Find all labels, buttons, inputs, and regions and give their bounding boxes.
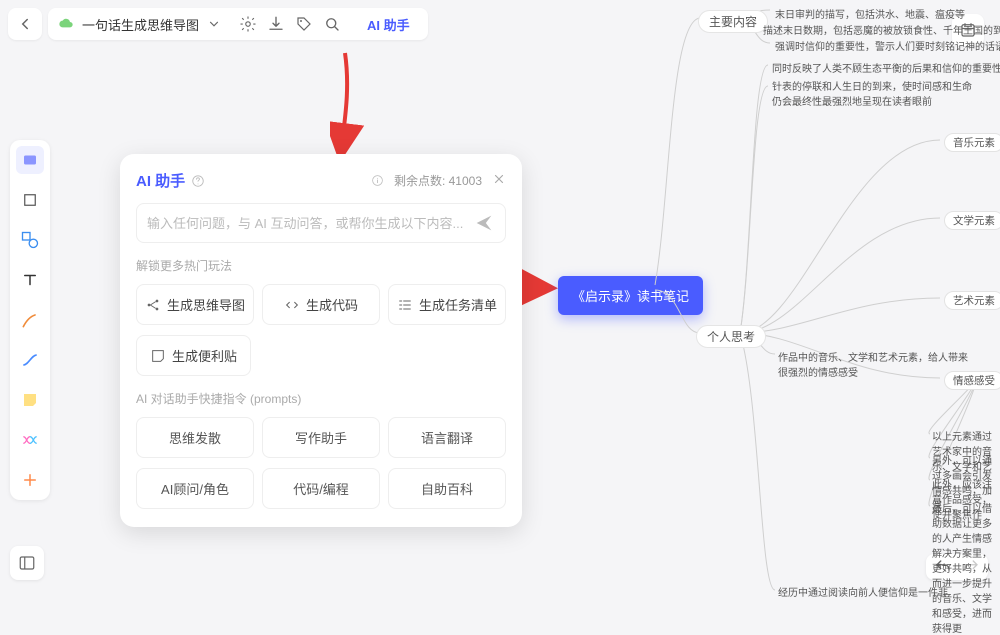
mindmap-branch-main-content[interactable]: 主要内容 bbox=[698, 10, 768, 33]
search-icon[interactable] bbox=[323, 15, 341, 33]
mindmap-node[interactable]: 强调时信仰的重要性，警示人们要时刻铭记神的话语 bbox=[775, 38, 1000, 53]
chip-label: 生成思维导图 bbox=[167, 295, 245, 314]
tool-text[interactable] bbox=[16, 266, 44, 294]
ai-prompt-input[interactable] bbox=[147, 216, 465, 231]
chevron-down-icon bbox=[207, 17, 221, 31]
expand-panel-button[interactable] bbox=[10, 546, 44, 580]
connector-icon bbox=[20, 350, 40, 370]
chip-generate-sticky[interactable]: 生成便利贴 bbox=[136, 335, 251, 376]
mindmap-root-node[interactable]: 《启示录》读书笔记 bbox=[558, 276, 703, 315]
prompt-translate[interactable]: 语言翻译 bbox=[388, 417, 506, 458]
send-icon[interactable] bbox=[473, 212, 495, 234]
mindmap-node[interactable]: 针表的停联和人生日的到来，使时间感和生命仍会最终性最强烈地呈现在读者眼前 bbox=[772, 78, 972, 108]
code-icon bbox=[284, 297, 300, 313]
plus-grid-icon bbox=[21, 471, 39, 489]
mindmap-node[interactable]: 同时反映了人类不顾生态平衡的后果和信仰的重要性 bbox=[772, 60, 1000, 75]
mindmap-branch-personal-thoughts[interactable]: 个人思考 bbox=[696, 325, 766, 348]
info-icon bbox=[371, 174, 384, 187]
ai-assistant-link[interactable]: AI 助手 bbox=[359, 15, 418, 34]
prompt-consult[interactable]: AI顾问/角色 bbox=[136, 468, 254, 509]
mindmap-icon bbox=[20, 430, 40, 450]
tool-sidebar bbox=[10, 140, 50, 500]
document-title: 一句话生成思维导图 bbox=[82, 15, 199, 34]
document-title-pill[interactable]: 一句话生成思维导图 AI 助手 bbox=[48, 8, 428, 40]
tool-sticky[interactable] bbox=[16, 386, 44, 414]
mindmap-node[interactable]: 末日审判的描写，包括洪水、地震、瘟疫等 bbox=[775, 6, 965, 21]
close-icon bbox=[492, 172, 506, 186]
mindmap-node[interactable]: 作品中的音乐、文学和艺术元素，给人带来很强烈的情感感受 bbox=[778, 349, 968, 379]
tool-select[interactable] bbox=[16, 146, 44, 174]
close-panel-button[interactable] bbox=[492, 172, 506, 189]
unlock-section-label: 解锁更多热门玩法 bbox=[136, 257, 506, 274]
back-button[interactable] bbox=[8, 8, 42, 40]
ai-panel-title: AI 助手 bbox=[136, 170, 205, 191]
panel-expand-icon bbox=[18, 554, 36, 572]
chip-label: 生成便利贴 bbox=[172, 346, 237, 365]
ai-input-box[interactable] bbox=[136, 203, 506, 243]
prompt-writer[interactable]: 写作助手 bbox=[262, 417, 380, 458]
mindmap-category-music[interactable]: 音乐元素 bbox=[944, 133, 1000, 152]
help-icon[interactable] bbox=[191, 174, 205, 188]
tag-icon[interactable] bbox=[295, 15, 313, 33]
tool-shape[interactable] bbox=[16, 226, 44, 254]
sticky-small-icon bbox=[150, 348, 166, 364]
tool-frame[interactable] bbox=[16, 186, 44, 214]
mindmap-node[interactable]: 最后，可以借助数据让更多的人产生情感解决方案里，更好共鸣，从而进一步提升的音乐、… bbox=[932, 500, 998, 635]
frame-icon bbox=[21, 191, 39, 209]
mindmap-node[interactable]: 描述末日数期，包括恶魔的被放锁食性、千年王国的到来等 bbox=[763, 22, 1000, 37]
chip-generate-mindmap[interactable]: 生成思维导图 bbox=[136, 284, 254, 325]
tool-connector[interactable] bbox=[16, 346, 44, 374]
text-icon bbox=[21, 271, 39, 289]
chip-label: 生成任务清单 bbox=[419, 295, 497, 314]
prompts-section-label: AI 对话助手快捷指令 (prompts) bbox=[136, 390, 506, 407]
prompt-wiki[interactable]: 自助百科 bbox=[388, 468, 506, 509]
tool-mindmap[interactable] bbox=[16, 426, 44, 454]
annotation-arrow-down bbox=[330, 48, 370, 158]
prompt-diverge[interactable]: 思维发散 bbox=[136, 417, 254, 458]
pen-icon bbox=[20, 310, 40, 330]
chip-label: 生成代码 bbox=[306, 295, 358, 314]
tool-more[interactable] bbox=[16, 466, 44, 494]
chevron-left-icon bbox=[16, 15, 34, 33]
card-icon bbox=[21, 151, 39, 169]
mindmap-category-literature[interactable]: 文学元素 bbox=[944, 211, 1000, 230]
mindmap-node[interactable]: 经历中通过阅读向前人便信仰是一件非 bbox=[778, 584, 948, 599]
prompt-coding[interactable]: 代码/编程 bbox=[262, 468, 380, 509]
ai-assistant-panel: AI 助手 剩余点数: 41003 解锁更多热门玩法 生成思维导图 生成代码 生… bbox=[120, 154, 522, 527]
credits-remaining: 剩余点数: 41003 bbox=[394, 172, 482, 189]
tool-pen[interactable] bbox=[16, 306, 44, 334]
settings-icon[interactable] bbox=[239, 15, 257, 33]
cloud-icon bbox=[58, 16, 74, 32]
mindmap-category-art[interactable]: 艺术元素 bbox=[944, 291, 1000, 310]
ai-panel-title-text: AI 助手 bbox=[136, 170, 185, 191]
sticky-note-icon bbox=[21, 391, 39, 409]
chip-generate-code[interactable]: 生成代码 bbox=[262, 284, 380, 325]
checklist-icon bbox=[397, 297, 413, 313]
mindmap-small-icon bbox=[145, 297, 161, 313]
shapes-icon bbox=[20, 230, 40, 250]
download-icon[interactable] bbox=[267, 15, 285, 33]
chip-generate-tasks[interactable]: 生成任务清单 bbox=[388, 284, 506, 325]
